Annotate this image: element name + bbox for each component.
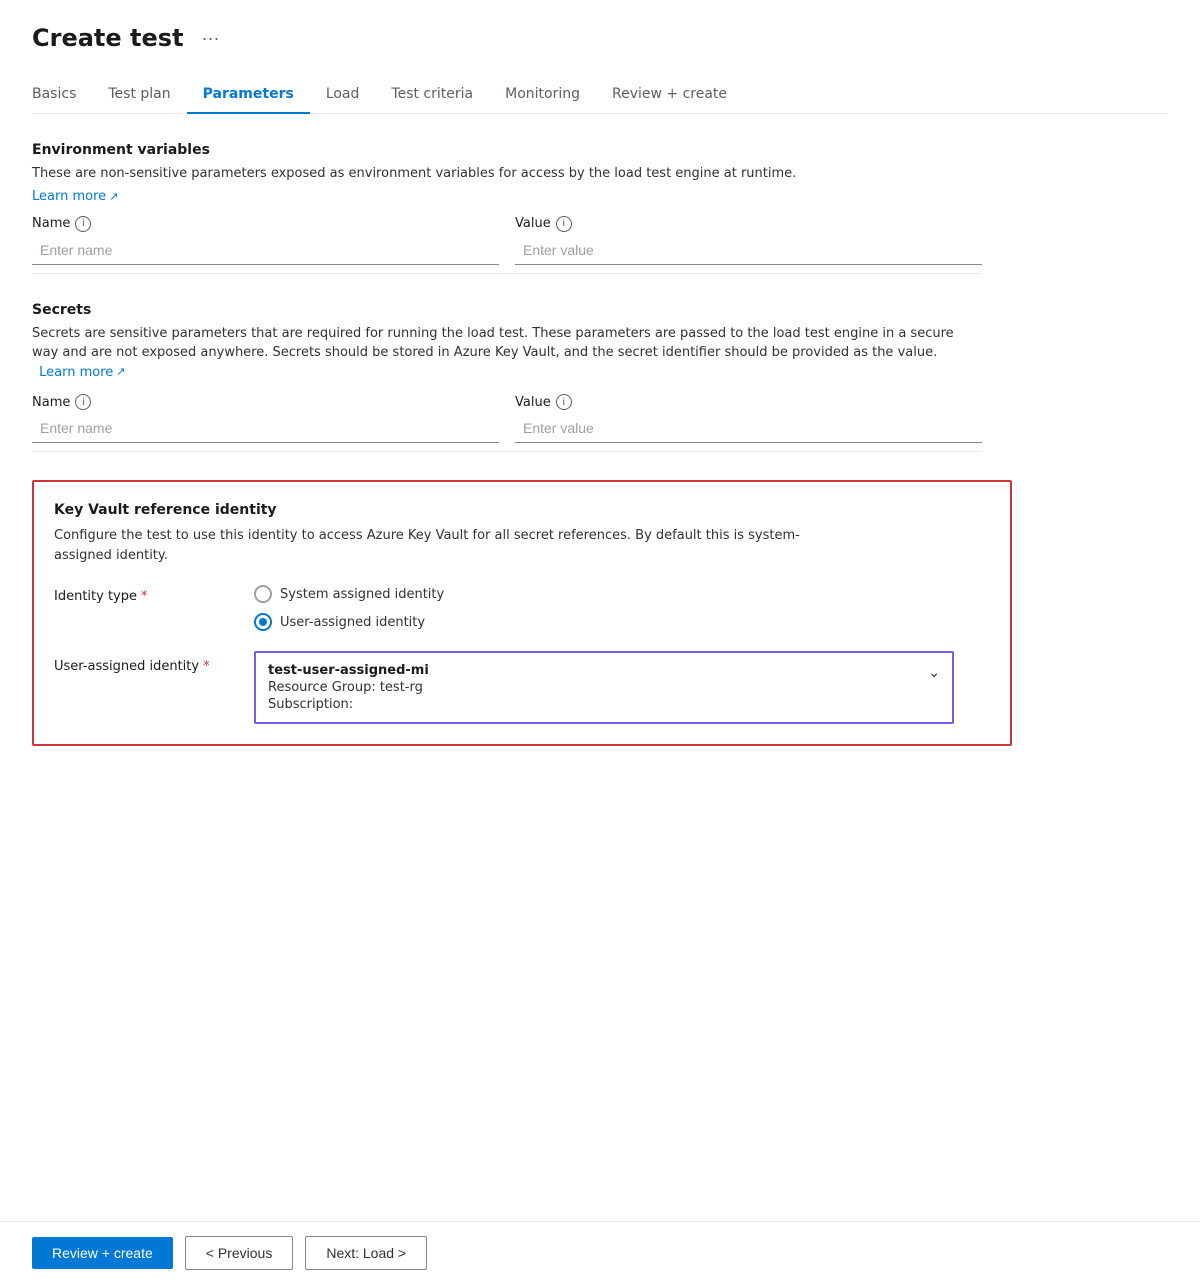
identity-name: test-user-assigned-mi: [268, 663, 928, 678]
identity-subscription: Subscription:: [268, 697, 928, 712]
identity-type-required: *: [141, 589, 148, 604]
tab-testcriteria[interactable]: Test criteria: [375, 76, 489, 114]
user-identity-row: User-assigned identity * test-user-assig…: [54, 651, 990, 724]
env-name-label: Name i: [32, 216, 499, 232]
radio-system-assigned[interactable]: System assigned identity: [254, 585, 444, 603]
identity-type-radio-group: System assigned identity User-assigned i…: [254, 585, 444, 631]
env-variables-desc: These are non-sensitive parameters expos…: [32, 164, 982, 184]
env-name-input[interactable]: [32, 236, 499, 265]
env-variables-form-row: Name i Value i: [32, 216, 982, 265]
keyvault-section: Key Vault reference identity Configure t…: [32, 480, 1012, 746]
identity-resource-group: Resource Group: test-rg: [268, 680, 928, 695]
keyvault-title: Key Vault reference identity: [54, 502, 990, 518]
env-variables-learn-more[interactable]: Learn more ↗: [32, 189, 118, 204]
secrets-name-info-icon: i: [75, 394, 91, 410]
secrets-value-label: Value i: [515, 394, 982, 410]
tab-navigation: Basics Test plan Parameters Load Test cr…: [32, 76, 1168, 114]
secrets-section: Secrets Secrets are sensitive parameters…: [32, 302, 1168, 453]
review-create-button[interactable]: Review + create: [32, 1237, 173, 1269]
next-button[interactable]: Next: Load >: [305, 1236, 427, 1270]
tab-reviewcreate[interactable]: Review + create: [596, 76, 743, 114]
previous-button[interactable]: < Previous: [185, 1236, 294, 1270]
radio-user-circle: [254, 613, 272, 631]
secrets-value-input[interactable]: [515, 414, 982, 443]
secrets-title: Secrets: [32, 302, 1168, 318]
env-variables-section: Environment variables These are non-sens…: [32, 142, 1168, 274]
radio-system-circle: [254, 585, 272, 603]
radio-system-label: System assigned identity: [280, 587, 444, 602]
tab-monitoring[interactable]: Monitoring: [489, 76, 596, 114]
tab-parameters[interactable]: Parameters: [187, 76, 310, 114]
chevron-down-icon: ⌄: [928, 665, 940, 681]
tab-testplan[interactable]: Test plan: [92, 76, 186, 114]
secrets-external-link-icon: ↗: [116, 364, 125, 381]
secrets-desc: Secrets are sensitive parameters that ar…: [32, 324, 982, 383]
env-variables-title: Environment variables: [32, 142, 1168, 158]
radio-user-label: User-assigned identity: [280, 615, 425, 630]
identity-dropdown-content: test-user-assigned-mi Resource Group: te…: [268, 663, 928, 712]
user-identity-label: User-assigned identity *: [54, 651, 254, 674]
tab-basics[interactable]: Basics: [32, 76, 92, 114]
env-value-label: Value i: [515, 216, 982, 232]
action-bar: Review + create < Previous Next: Load >: [0, 1221, 1200, 1284]
identity-type-row: Identity type * System assigned identity…: [54, 585, 990, 631]
external-link-icon: ↗: [109, 190, 118, 203]
tab-load[interactable]: Load: [310, 76, 376, 114]
env-value-input[interactable]: [515, 236, 982, 265]
identity-type-label: Identity type *: [54, 585, 254, 604]
env-value-col: Value i: [515, 216, 982, 265]
env-name-info-icon: i: [75, 216, 91, 232]
user-identity-required: *: [203, 659, 210, 674]
secrets-name-col: Name i: [32, 394, 499, 443]
keyvault-desc: Configure the test to use this identity …: [54, 526, 804, 565]
env-value-info-icon: i: [556, 216, 572, 232]
secrets-name-label: Name i: [32, 394, 499, 410]
secrets-learn-more[interactable]: Learn more ↗: [32, 363, 126, 383]
user-identity-dropdown[interactable]: test-user-assigned-mi Resource Group: te…: [254, 651, 954, 724]
secrets-value-col: Value i: [515, 394, 982, 443]
secrets-name-input[interactable]: [32, 414, 499, 443]
secrets-value-info-icon: i: [556, 394, 572, 410]
radio-user-assigned[interactable]: User-assigned identity: [254, 613, 444, 631]
secrets-form-row: Name i Value i: [32, 394, 982, 443]
env-name-col: Name i: [32, 216, 499, 265]
page-title: Create test: [32, 24, 184, 52]
ellipsis-button[interactable]: ···: [196, 26, 226, 51]
